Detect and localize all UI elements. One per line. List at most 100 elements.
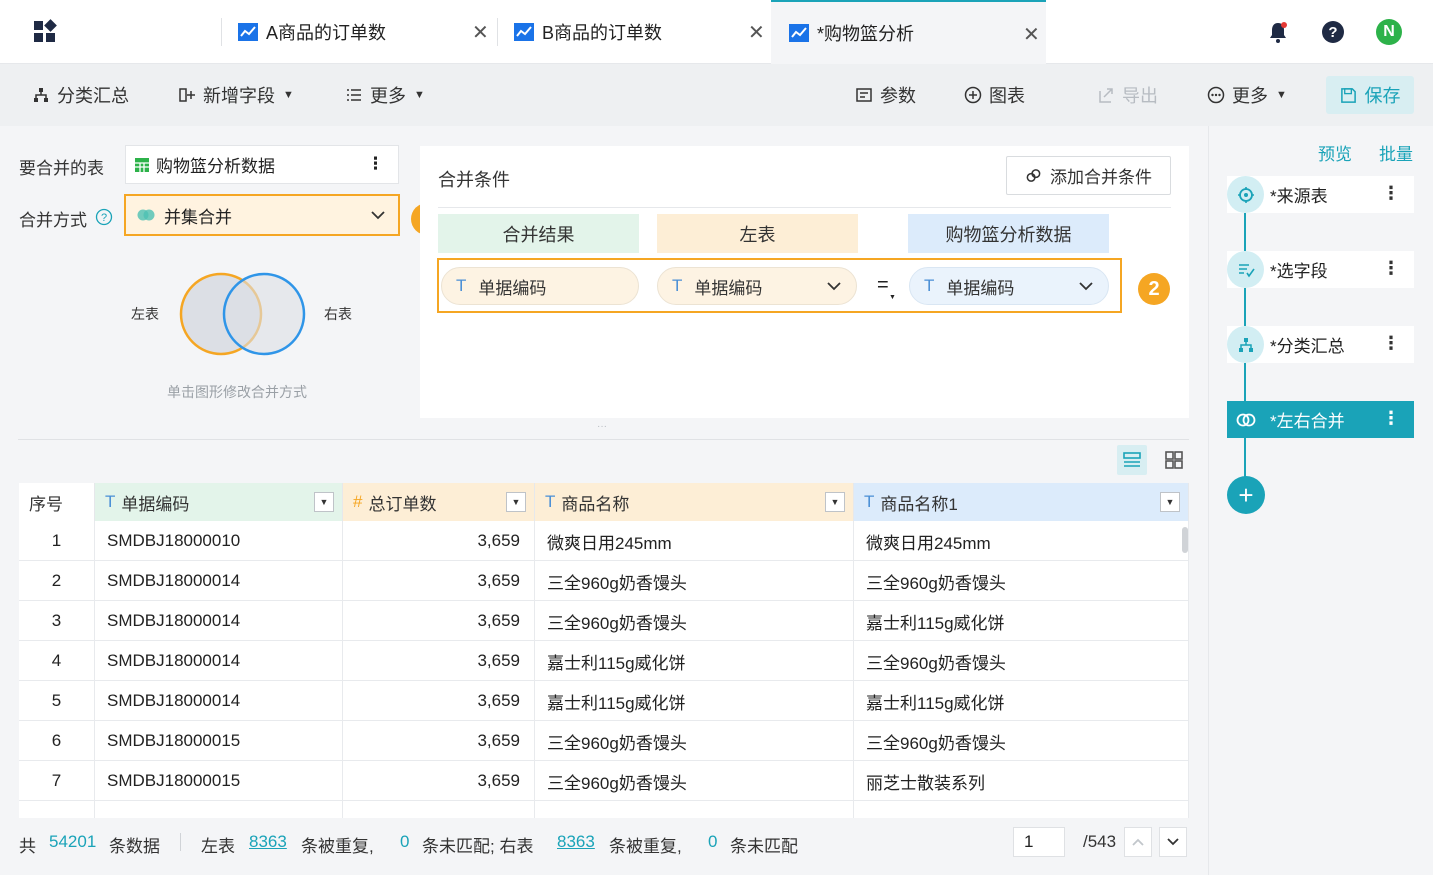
tab-a-orders[interactable]: A商品的订单数 ✕ (238, 0, 494, 64)
kebab-icon[interactable]: ⋮ (1382, 258, 1400, 279)
venn-right-circle[interactable] (222, 272, 306, 356)
table-cell: 三全960g奶香馒头 (535, 761, 854, 801)
table-row[interactable]: 3 SMDBJ18000014 3,659 三全960g奶香馒头 嘉士利115g威化饼 (19, 601, 1189, 641)
params-icon (856, 88, 872, 102)
left-table-label: 左表 (201, 837, 235, 856)
table-row[interactable] (19, 801, 1189, 818)
table-row[interactable]: 4 SMDBJ18000014 3,659 嘉士利115g威化饼 三全960g奶香馒头 (19, 641, 1189, 681)
tab-b-orders[interactable]: B商品的订单数 ✕ (514, 0, 770, 64)
flow-node-left-right-merge[interactable]: *左右合并 ⋮ (1227, 401, 1414, 438)
table-cell: 3,659 (343, 681, 535, 721)
export-button[interactable]: 导出 (1097, 82, 1158, 108)
column-header-doc-code[interactable]: T 单据编码 ▼ (95, 483, 343, 521)
right-duplicate-link[interactable]: 8363 (557, 832, 595, 852)
add-field-label: 新增字段 (203, 86, 275, 106)
save-icon (1340, 87, 1356, 103)
help-icon[interactable]: ? (1321, 20, 1345, 44)
filter-dropdown-icon[interactable]: ▼ (506, 492, 526, 512)
result-field-pill[interactable]: T 单据编码 (441, 267, 639, 305)
table-cell (854, 801, 1189, 818)
flow-node-select-fields[interactable]: *选字段 ⋮ (1227, 251, 1414, 288)
venn-diagram[interactable] (178, 270, 308, 358)
column-header-total-orders[interactable]: # 总订单数 ▼ (343, 483, 535, 521)
result-column-header: 合并结果 (438, 214, 639, 253)
table-cell: SMDBJ18000015 (95, 721, 343, 761)
merge-method-select[interactable]: 并集合并 (124, 194, 400, 236)
step-badge-2: 2 (1138, 273, 1170, 305)
left-duplicate-link[interactable]: 8363 (249, 832, 287, 852)
page-down-button[interactable] (1159, 827, 1187, 857)
table-cell: 嘉士利115g威化饼 (854, 681, 1189, 721)
group-summary-button[interactable]: 分类汇总 (32, 82, 129, 108)
table-cell: SMDBJ18000014 (95, 601, 343, 641)
flow-node-group-summary[interactable]: *分类汇总 ⋮ (1227, 326, 1414, 363)
table-cell (19, 801, 95, 818)
kebab-icon[interactable]: ⋮ (1382, 183, 1400, 204)
kebab-icon[interactable]: ⋮ (1382, 333, 1400, 354)
table-row[interactable]: 2 SMDBJ18000014 3,659 三全960g奶香馒头 三全960g奶香馒头 (19, 561, 1189, 601)
add-step-button[interactable]: + (1227, 476, 1265, 514)
close-icon[interactable]: ✕ (472, 20, 489, 45)
user-avatar[interactable]: N (1376, 19, 1402, 45)
page-number-input[interactable]: 1 (1013, 827, 1065, 857)
params-button[interactable]: 参数 (855, 82, 916, 108)
group-summary-label: 分类汇总 (57, 86, 129, 106)
more-right-button[interactable]: 更多 ▼ (1207, 82, 1287, 108)
flow-node-source[interactable]: *来源表 ⋮ (1227, 176, 1414, 213)
table-cell: 3,659 (343, 561, 535, 601)
app-grid-icon[interactable] (32, 19, 58, 45)
flow-node-label: *分类汇总 (1270, 337, 1345, 356)
list-view-toggle[interactable] (1117, 445, 1147, 475)
kebab-icon[interactable]: ⋮ (1382, 408, 1400, 429)
filter-dropdown-icon[interactable]: ▼ (1160, 492, 1180, 512)
save-button[interactable]: 保存 (1326, 76, 1414, 114)
preview-link[interactable]: 预览 (1318, 140, 1352, 165)
column-header-product-name-1[interactable]: T 商品名称1 ▼ (854, 483, 1189, 521)
table-to-merge-select[interactable]: 购物篮分析数据 ⋮ (125, 145, 399, 184)
tab-separator (221, 18, 222, 46)
table-to-merge-value: 购物篮分析数据 (156, 157, 275, 176)
right-table-column-header: 购物篮分析数据 (908, 214, 1109, 253)
flow-node-label: *来源表 (1270, 187, 1328, 206)
table-cell: 4 (19, 641, 95, 681)
table-row[interactable]: 1 SMDBJ18000010 3,659 微爽日用245mm 微爽日用245mm (19, 521, 1189, 561)
table-cell: 2 (19, 561, 95, 601)
target-icon (1227, 176, 1264, 213)
chart-button[interactable]: 图表 (964, 82, 1025, 108)
resize-handle[interactable]: ··· (597, 421, 607, 432)
help-circle-icon[interactable]: ? (95, 208, 113, 226)
table-row[interactable]: 6 SMDBJ18000015 3,659 三全960g奶香馒头 三全960g奶香馒头 (19, 721, 1189, 761)
table-cell: 3,659 (343, 721, 535, 761)
table-scrollbar[interactable] (1182, 527, 1188, 553)
operator-select[interactable]: = (877, 274, 889, 297)
merge-icon (1227, 401, 1264, 438)
bell-icon[interactable] (1266, 20, 1290, 44)
tab-basket-analysis[interactable]: *购物篮分析 ✕ (771, 0, 1046, 64)
column-header-product-name[interactable]: T 商品名称 ▼ (535, 483, 854, 521)
filter-dropdown-icon[interactable]: ▼ (314, 492, 334, 512)
page-total: /543 (1083, 832, 1117, 851)
left-field-select[interactable]: T 单据编码 (657, 267, 857, 305)
add-condition-button[interactable]: 添加合并条件 (1006, 156, 1171, 195)
grid-view-toggle[interactable] (1159, 445, 1189, 475)
export-label: 导出 (1122, 86, 1158, 106)
batch-link[interactable]: 批量 (1379, 140, 1413, 165)
page-up-button[interactable] (1124, 827, 1152, 857)
table-row[interactable]: 5 SMDBJ18000014 3,659 嘉士利115g威化饼 嘉士利115g威化饼 (19, 681, 1189, 721)
data-preview-table: 序号 T 单据编码 ▼ # 总订单数 ▼ T 商品名称 ▼ T 商品名称1 ▼ … (19, 483, 1189, 818)
filter-dropdown-icon[interactable]: ▼ (825, 492, 845, 512)
column-header-label: 商品名称 (561, 494, 630, 514)
table-row[interactable]: 7 SMDBJ18000015 3,659 三全960g奶香馒头 丽芝士散装系列 (19, 761, 1189, 801)
duplicate-text: 条被重复, (609, 837, 682, 856)
more-menu-button[interactable]: 更多 ▼ (345, 82, 425, 108)
select-fields-icon (1227, 251, 1264, 288)
right-unmatched-count: 0 (708, 832, 718, 851)
kebab-icon[interactable]: ⋮ (367, 154, 384, 174)
close-icon[interactable]: ✕ (1023, 22, 1040, 47)
right-field-select[interactable]: T 单据编码 (909, 267, 1109, 305)
add-field-button[interactable]: 新增字段 ▼ (178, 82, 294, 108)
close-icon[interactable]: ✕ (748, 20, 765, 45)
venn-right-label: 右表 (324, 306, 352, 322)
caret-down-icon: ▼ (889, 294, 896, 301)
add-condition-label: 添加合并条件 (1050, 168, 1152, 187)
